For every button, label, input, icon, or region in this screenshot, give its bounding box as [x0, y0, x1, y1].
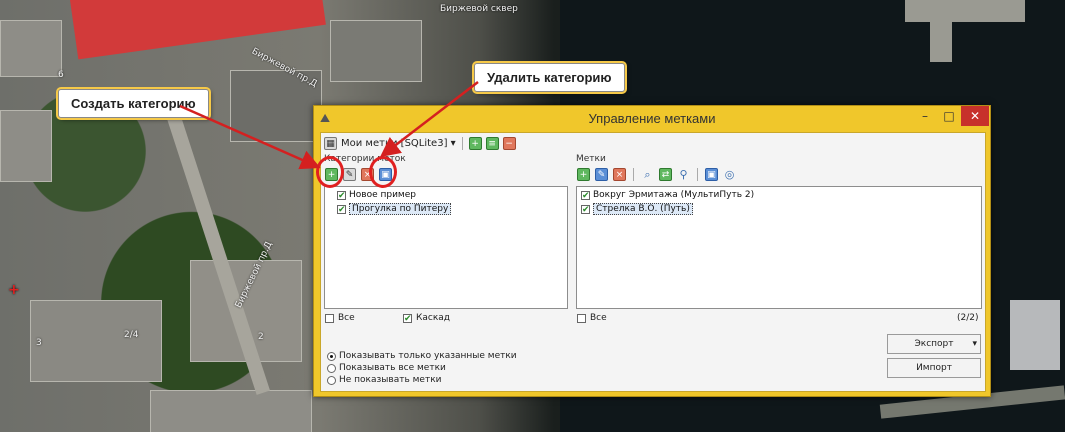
tree-item-category[interactable]: ✔ Прогулка по Питеру — [337, 203, 452, 215]
maximize-button[interactable]: □ — [937, 106, 961, 126]
mark-list-item[interactable]: ✔ Вокруг Эрмитажа (МультиПуть 2) — [581, 190, 754, 200]
highlight-create-circle — [316, 156, 344, 188]
marks-count: (2/2) — [957, 313, 979, 323]
categories-tree[interactable]: ✔ Новое пример ✔ Прогулка по Питеру — [324, 186, 568, 309]
import-button[interactable]: Импорт — [887, 358, 981, 378]
save-marks-icon[interactable]: ▣ — [705, 168, 718, 181]
export-label: Экспорт — [914, 339, 954, 349]
cascade-checkbox[interactable]: ✔ — [403, 313, 412, 323]
map-label-number: 2 — [258, 332, 264, 342]
radio-hide[interactable]: Не показывать метки — [327, 374, 517, 386]
edit-category-icon[interactable]: ✎ — [343, 168, 356, 181]
export-button[interactable]: Экспорт ▾ — [887, 334, 981, 354]
marks-toolbar: + ✎ × ⌕ ⇄ ⚲ ▣ ◎ — [577, 168, 736, 181]
cascade-label: Каскад — [416, 313, 451, 323]
db-remove-icon[interactable]: − — [502, 136, 516, 150]
map-boat — [1010, 300, 1060, 370]
cascade-toggle[interactable]: ✔ Каскад — [403, 313, 450, 323]
map-building — [330, 20, 422, 82]
callout-delete-category: Удалить категорию — [474, 63, 625, 92]
mark-list-item[interactable]: ✔ Стрелка В.О. (Путь) — [581, 203, 693, 215]
radio-button[interactable] — [327, 351, 336, 361]
dropdown-arrow-icon[interactable]: ▾ — [972, 335, 977, 353]
window-client-area: ▦ Мои метки [SQLite3] ▾ + ≡ − Категории … — [320, 132, 986, 392]
map-label-park: Биржевой сквер — [440, 4, 518, 14]
toolbar-separator — [461, 136, 463, 150]
map-label-number: 2/4 — [124, 330, 139, 340]
mark-checkbox[interactable]: ✔ — [581, 204, 590, 214]
pin-icon[interactable]: ⚲ — [677, 168, 690, 181]
radio-label: Не показывать метки — [339, 375, 442, 385]
category-checkbox[interactable]: ✔ — [337, 190, 346, 200]
visibility-radio-group: Показывать только указанные метки Показы… — [327, 350, 517, 386]
tree-item-category[interactable]: ✔ Новое пример — [337, 190, 416, 200]
radio-label: Показывать все метки — [339, 363, 446, 373]
radio-button[interactable] — [327, 363, 336, 373]
window-titlebar[interactable]: ⛰ Управление метками – □ ✕ — [314, 106, 990, 132]
map-pier — [930, 22, 952, 62]
marks-list[interactable]: ✔ Вокруг Эрмитажа (МультиПуть 2) ✔ Стрел… — [576, 186, 982, 309]
category-label: Прогулка по Питеру — [349, 203, 452, 215]
map-marker-cross-icon[interactable]: + — [8, 282, 20, 298]
callout-create-category: Создать категорию — [58, 89, 209, 118]
toolbar-separator — [697, 168, 698, 181]
mark-checkbox[interactable]: ✔ — [581, 190, 590, 200]
highlight-delete-circle — [369, 156, 397, 188]
left-all-checkbox[interactable] — [325, 313, 334, 323]
right-all-checkbox[interactable] — [577, 313, 586, 323]
my-marks-dropdown[interactable]: Мои метки [SQLite3] ▾ — [341, 138, 456, 149]
left-all-label: Все — [338, 313, 355, 323]
add-mark-icon[interactable]: + — [577, 168, 590, 181]
view-icon[interactable]: ◎ — [723, 168, 736, 181]
category-checkbox[interactable]: ✔ — [337, 204, 346, 214]
left-all-toggle[interactable]: Все — [325, 313, 355, 323]
map-building — [30, 300, 162, 382]
map-building — [0, 20, 62, 77]
mark-label: Стрелка В.О. (Путь) — [593, 203, 693, 215]
map-building — [150, 390, 312, 432]
radio-button[interactable] — [327, 375, 336, 385]
right-all-label: Все — [590, 313, 607, 323]
delete-mark-icon[interactable]: × — [613, 168, 626, 181]
mark-label: Вокруг Эрмитажа (МультиПуть 2) — [593, 190, 755, 200]
right-all-toggle[interactable]: Все — [577, 313, 607, 323]
map-building — [0, 110, 52, 182]
marks-label: Метки — [576, 154, 606, 164]
radio-show-all[interactable]: Показывать все метки — [327, 362, 517, 374]
map-label-number: 3 — [36, 338, 42, 348]
toolbar-separator — [633, 168, 634, 181]
database-icon: ▦ — [324, 136, 337, 150]
radio-label: Показывать только указанные метки — [339, 351, 517, 361]
map-label-number: 6 — [58, 70, 64, 80]
radio-show-selected[interactable]: Показывать только указанные метки — [327, 350, 517, 362]
close-button[interactable]: ✕ — [961, 106, 989, 126]
search-icon[interactable]: ⌕ — [641, 168, 654, 181]
map-pier — [905, 0, 1025, 22]
move-mark-icon[interactable]: ⇄ — [659, 168, 672, 181]
edit-mark-icon[interactable]: ✎ — [595, 168, 608, 181]
db-add-icon[interactable]: + — [468, 136, 482, 150]
db-edit-icon[interactable]: ≡ — [485, 136, 499, 150]
window-title: Управление метками — [588, 111, 716, 126]
category-label: Новое пример — [349, 190, 416, 200]
marks-manager-window: ⛰ Управление метками – □ ✕ ▦ Мои метки [… — [313, 105, 991, 397]
top-toolbar: ▦ Мои метки [SQLite3] ▾ + ≡ − — [324, 135, 516, 151]
red-roof-building — [70, 0, 326, 60]
minimize-button[interactable]: – — [913, 106, 937, 126]
